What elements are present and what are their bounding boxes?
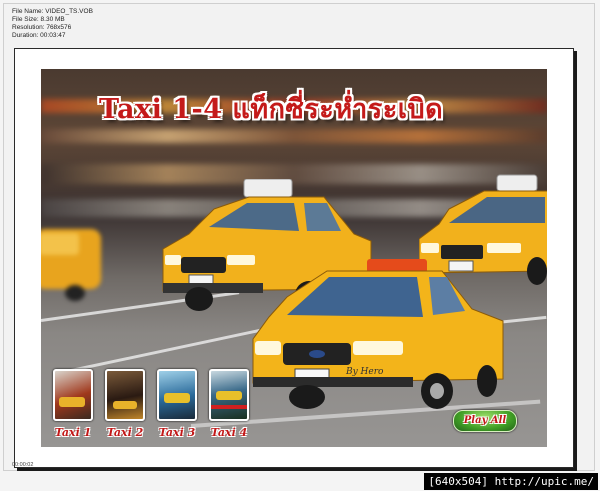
file-size: File Size: 8.30 MB [12,16,65,23]
menu-title: Taxi 1-4 แท็กซี่ระห่ำระเบิด [99,94,444,125]
taxi-2-cover-icon [105,369,145,421]
menu-item-label: Taxi 3 [158,426,196,439]
menu-item-label: Taxi 4 [210,426,248,439]
dvd-menu-scene: Taxi 1-4 แท็กซี่ระห่ำระเบิด By Hero Taxi… [41,69,547,447]
timecode: 00:00:02 [12,462,34,468]
taxi-1-cover-icon [53,369,93,421]
taxi-3-cover-icon [157,369,197,421]
menu-item-taxi-2[interactable]: Taxi 2 [104,369,146,439]
menu-item-taxi-4[interactable]: Taxi 4 [208,369,250,439]
taxi-blurred-left [41,229,101,301]
file-resolution: Resolution: 768x576 [12,24,72,31]
file-duration: Duration: 00:03:47 [12,32,66,39]
thumbnail-sheet: File Name: VIDEO_TS.VOB File Size: 8.30 … [3,3,595,471]
menu-item-label: Taxi 1 [54,426,92,439]
menu-item-label: Taxi 2 [106,426,144,439]
video-frame: Taxi 1-4 แท็กซี่ระห่ำระเบิด By Hero Taxi… [14,48,574,468]
footer-bar: [640x504] http://upic.me/ [0,471,600,491]
byline: By Hero [346,367,384,377]
taxi-front [252,259,504,409]
file-name: File Name: VIDEO_TS.VOB [12,8,93,15]
menu-item-taxi-1[interactable]: Taxi 1 [52,369,94,439]
menu-item-taxi-3[interactable]: Taxi 3 [156,369,198,439]
taxi-4-cover-icon [209,369,249,421]
file-info: File Name: VIDEO_TS.VOB File Size: 8.30 … [12,8,93,40]
play-all-button[interactable]: Play All [453,410,517,432]
image-host-label: [640x504] http://upic.me/ [424,473,598,490]
